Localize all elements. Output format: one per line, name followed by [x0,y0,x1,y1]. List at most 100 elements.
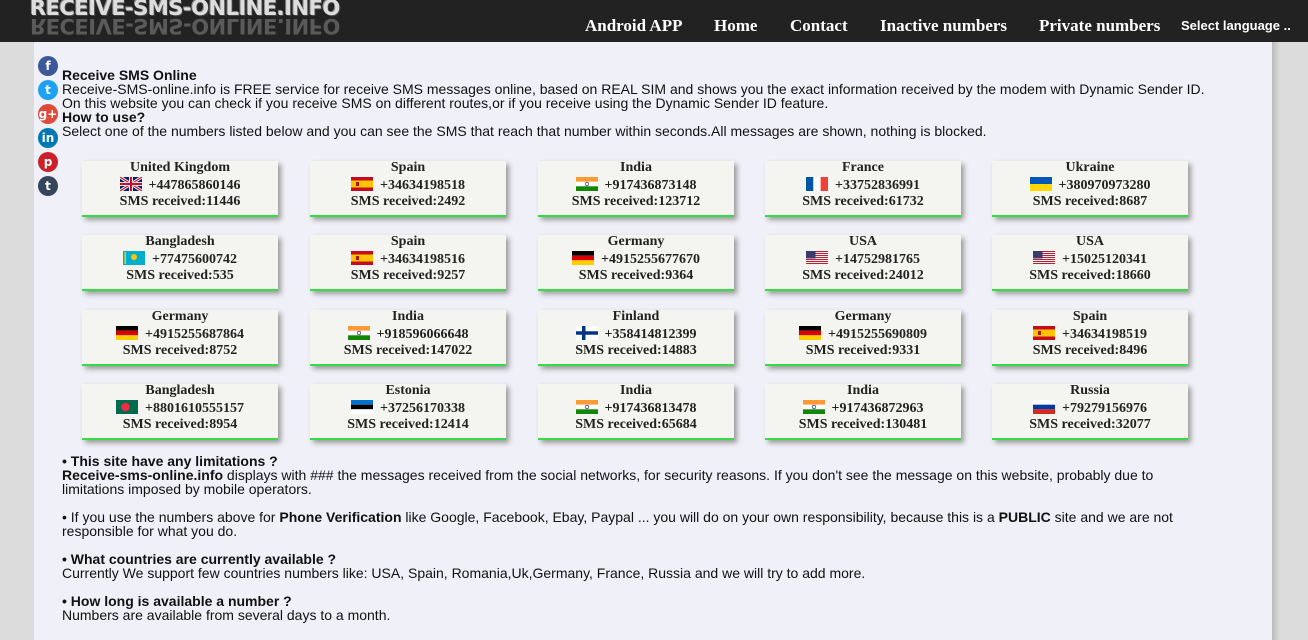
number-card[interactable]: India +917436873148 SMS received:123712 [538,160,734,217]
number-card[interactable]: United Kingdom +447865860146 SMS received:… [82,160,278,217]
flag-ru-icon [1033,400,1055,414]
phone-verification-bold: Phone Verification [279,509,402,525]
card-phone-number[interactable]: +8801610555157 [145,401,244,416]
card-phone-number[interactable]: +917436872963 [832,401,924,416]
flag-uk-icon [119,177,142,191]
card-phone-number[interactable]: +77475600742 [152,252,237,267]
sms-received-value: 14883 [661,343,697,358]
tumblr-icon[interactable]: t [38,176,58,196]
top-navigation-bar: RECEIVE-SMS-ONLINE.INFO RECEIVE-SMS-ONLI… [0,0,1308,42]
language-select[interactable]: Select language .. [1181,18,1291,33]
number-card[interactable]: Estonia +37256170338 SMS received:12414 [310,383,506,440]
sms-received-label: SMS received: [350,268,438,283]
sms-received-value: 123712 [658,194,701,209]
linkedin-icon[interactable]: in [38,128,58,148]
facebook-icon[interactable]: f [38,56,58,76]
number-card[interactable]: India +918596066648 SMS received:147022 [310,309,506,366]
nav-home[interactable]: Home [714,16,757,36]
card-sms-count: SMS received:8954 [82,417,278,433]
number-card[interactable]: Finland +358414812399 SMS received:14883 [538,309,734,366]
card-sms-count: SMS received:8496 [992,343,1188,359]
card-phone-number[interactable]: +79279156976 [1062,401,1147,416]
number-card[interactable]: Germany +4915255677670 SMS received:9364 [538,234,734,291]
number-card[interactable]: Russia +79279156976 SMS received:32077 [992,383,1188,440]
google-plus-icon[interactable]: g+ [38,104,58,124]
card-phone-number[interactable]: +34634198516 [380,252,465,267]
card-phone-number[interactable]: +14752981765 [835,252,920,267]
flag-in-icon [802,400,825,414]
sms-received-label: SMS received: [122,343,210,358]
nav-contact[interactable]: Contact [790,16,848,36]
card-sms-count: SMS received:8687 [992,194,1188,210]
number-card[interactable]: India +917436813478 SMS received:65684 [538,383,734,440]
flag-ee-icon [351,400,373,414]
nav-private-numbers[interactable]: Private numbers [1039,16,1160,36]
number-card[interactable]: Spain +34634198516 SMS received:9257 [310,234,506,291]
number-card[interactable]: India +917436872963 SMS received:130481 [765,383,961,440]
card-phone-number[interactable]: +34634198519 [1062,327,1147,342]
nav-android-app[interactable]: Android APP [585,16,682,36]
card-phone-number[interactable]: +15025120341 [1062,252,1147,267]
card-country: France [842,160,884,175]
sms-received-label: SMS received: [802,194,889,209]
sms-received-label: SMS received: [575,417,662,432]
card-country: USA [1075,234,1104,249]
card-number-row: +14752981765 [765,251,961,268]
sms-received-label: SMS received: [802,268,889,283]
sms-received-label: SMS received: [1029,268,1116,283]
card-country: India [620,160,652,175]
card-number-row: +4915255677670 [538,251,734,268]
card-country: Bangladesh [145,383,215,398]
card-sms-count: SMS received:8752 [82,343,278,359]
card-phone-number[interactable]: +4915255687864 [145,327,244,342]
number-card[interactable]: USA +15025120341 SMS received:18660 [992,234,1188,291]
card-sms-count: SMS received:535 [82,268,278,284]
twitter-icon[interactable]: t [38,80,58,100]
howto-text: Select one of the numbers listed below a… [62,123,987,139]
card-phone-number[interactable]: +447865860146 [149,178,241,193]
card-sms-count: SMS received:14883 [538,343,734,359]
card-phone-number[interactable]: +33752836991 [835,178,920,193]
card-number-row: +917436873148 [538,177,734,194]
card-number-row: +34634198519 [992,326,1188,343]
number-card[interactable]: Germany +4915255690809 SMS received:9331 [765,309,961,366]
sms-received-value: 130481 [885,417,928,432]
phone-verification-text-c: site and we are not [1050,509,1173,525]
site-logo[interactable]: RECEIVE-SMS-ONLINE.INFO [30,0,340,20]
card-phone-number[interactable]: +380970973280 [1059,178,1151,193]
card-phone-number[interactable]: +918596066648 [377,327,469,342]
number-card[interactable]: Ukraine +380970973280 SMS received:8687 [992,160,1188,217]
number-card[interactable]: France +33752836991 SMS received:61732 [765,160,961,217]
pinterest-icon[interactable]: p [38,152,58,172]
card-number-row: +37256170338 [310,400,506,417]
card-phone-number[interactable]: +4915255677670 [601,252,700,267]
card-phone-number[interactable]: +917436873148 [605,178,697,193]
flag-es-icon [351,251,373,265]
card-number-row: +77475600742 [82,251,278,268]
card-number-row: +79279156976 [992,400,1188,417]
card-phone-number[interactable]: +917436813478 [605,401,697,416]
sms-received-label: SMS received: [122,417,210,432]
card-phone-number[interactable]: +4915255690809 [828,327,927,342]
number-card[interactable]: Germany +4915255687864 SMS received:8752 [82,309,278,366]
card-sms-count: SMS received:2492 [310,194,506,210]
card-phone-number[interactable]: +34634198518 [380,178,465,193]
card-phone-number[interactable]: +358414812399 [605,327,697,342]
flag-us-icon [1033,251,1055,265]
sms-received-label: SMS received: [126,268,213,283]
nav-inactive-numbers[interactable]: Inactive numbers [880,16,1007,36]
card-number-row: +918596066648 [310,326,506,343]
card-sms-count: SMS received:65684 [538,417,734,433]
card-country: Ukraine [1065,160,1115,175]
number-card[interactable]: USA +14752981765 SMS received:24012 [765,234,961,291]
sms-received-value: 18660 [1115,268,1151,283]
number-card[interactable]: Bangladesh +8801610555157 SMS received:895… [82,383,278,440]
card-country: Estonia [385,383,431,398]
card-country: USA [848,234,877,249]
card-country: Spain [390,234,426,249]
number-card[interactable]: Spain +34634198518 SMS received:2492 [310,160,506,217]
number-card[interactable]: Bangladesh +77475600742 SMS received:535 [82,234,278,291]
card-country: Germany [834,309,892,324]
card-phone-number[interactable]: +37256170338 [380,401,465,416]
number-card[interactable]: Spain +34634198519 SMS received:8496 [992,309,1188,366]
